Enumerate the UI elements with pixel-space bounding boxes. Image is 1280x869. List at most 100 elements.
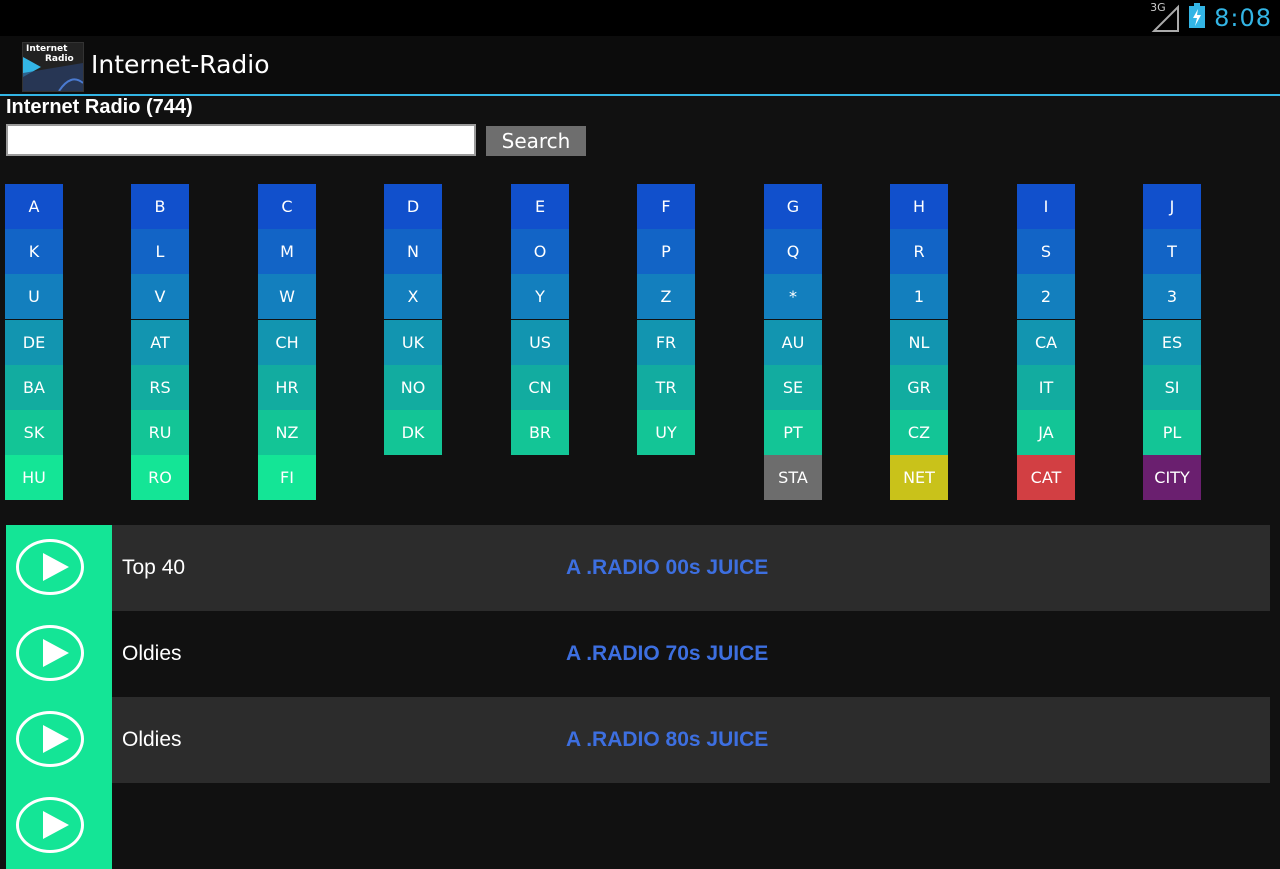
grid-button-ch[interactable]: CH — [258, 319, 316, 365]
grid-button-uy[interactable]: UY — [637, 410, 695, 455]
grid-button-f[interactable]: F — [637, 184, 695, 229]
grid-button-de[interactable]: DE — [5, 319, 63, 365]
grid-button-pl[interactable]: PL — [1143, 410, 1201, 455]
grid-button-si[interactable]: SI — [1143, 364, 1201, 410]
grid-button-n[interactable]: N — [384, 229, 442, 275]
play-icon — [16, 539, 84, 595]
station-name-link[interactable]: A .RADIO 70s JUICE — [566, 611, 768, 697]
grid-button-y[interactable]: Y — [511, 274, 569, 320]
grid-button-rs[interactable]: RS — [131, 364, 189, 410]
grid-button-a[interactable]: A — [5, 184, 63, 229]
grid-button-d[interactable]: D — [384, 184, 442, 229]
app-logo[interactable]: Internet Radio — [22, 42, 84, 92]
grid-button-m[interactable]: M — [258, 229, 316, 275]
play-triangle — [43, 725, 69, 753]
grid-button-ba[interactable]: BA — [5, 364, 63, 410]
grid-button-tr[interactable]: TR — [637, 364, 695, 410]
grid-button-x[interactable]: X — [384, 274, 442, 320]
grid-button-cn[interactable]: CN — [511, 364, 569, 410]
grid-button-w[interactable]: W — [258, 274, 316, 320]
grid-button-q[interactable]: Q — [764, 229, 822, 275]
signal-icon: 3G — [1150, 1, 1180, 33]
play-icon — [16, 797, 84, 853]
grid-button-b[interactable]: B — [131, 184, 189, 229]
grid-button-i[interactable]: I — [1017, 184, 1075, 229]
grid-button-it[interactable]: IT — [1017, 364, 1075, 410]
grid-button-j[interactable]: J — [1143, 184, 1201, 229]
play-triangle — [43, 811, 69, 839]
status-icons: 3G 8:08 — [1150, 0, 1272, 36]
grid-button-2[interactable]: 2 — [1017, 274, 1075, 320]
search-button[interactable]: Search — [486, 126, 586, 156]
grid-button-ro[interactable]: RO — [131, 455, 189, 501]
grid-button-e[interactable]: E — [511, 184, 569, 229]
grid-button-us[interactable]: US — [511, 319, 569, 365]
logo-graphic — [23, 57, 83, 91]
station-name-link[interactable]: A .RADIO 80s JUICE — [566, 697, 768, 783]
grid-button-cat[interactable]: CAT — [1017, 455, 1075, 501]
station-genre: Oldies — [122, 642, 182, 665]
station-row[interactable]: Oldies A .RADIO 80s JUICE — [6, 697, 1270, 783]
grid-button-se[interactable]: SE — [764, 364, 822, 410]
grid-button-gr[interactable]: GR — [890, 364, 948, 410]
grid-button-cz[interactable]: CZ — [890, 410, 948, 455]
grid-button-uk[interactable]: UK — [384, 319, 442, 365]
grid-button-t[interactable]: T — [1143, 229, 1201, 275]
grid-button-dk[interactable]: DK — [384, 410, 442, 455]
app-title: Internet-Radio — [91, 50, 270, 79]
play-button[interactable] — [6, 783, 112, 869]
grid-button-fr[interactable]: FR — [637, 319, 695, 365]
station-genre: Oldies — [122, 728, 182, 751]
grid-button-hu[interactable]: HU — [5, 455, 63, 501]
station-row[interactable] — [6, 783, 1270, 869]
status-bar: 3G 8:08 — [0, 0, 1280, 36]
station-row[interactable]: Top 40 A .RADIO 00s JUICE — [6, 525, 1270, 611]
grid-button-v[interactable]: V — [131, 274, 189, 320]
grid-button-o[interactable]: O — [511, 229, 569, 275]
grid-button-l[interactable]: L — [131, 229, 189, 275]
grid-button-pt[interactable]: PT — [764, 410, 822, 455]
grid-button-u[interactable]: U — [5, 274, 63, 320]
play-button[interactable] — [6, 525, 112, 611]
battery-charging-icon — [1188, 3, 1206, 33]
grid-button-city[interactable]: CITY — [1143, 455, 1201, 501]
grid-button-ca[interactable]: CA — [1017, 319, 1075, 365]
grid-button-p[interactable]: P — [637, 229, 695, 275]
grid-button-h[interactable]: H — [890, 184, 948, 229]
grid-button-ru[interactable]: RU — [131, 410, 189, 455]
station-genre: Top 40 — [122, 556, 186, 579]
play-triangle — [43, 553, 69, 581]
station-name-link[interactable]: A .RADIO 00s JUICE — [566, 525, 768, 611]
grid-button-fi[interactable]: FI — [258, 455, 316, 501]
grid-button-hr[interactable]: HR — [258, 364, 316, 410]
grid-button-ja[interactable]: JA — [1017, 410, 1075, 455]
grid-button-s[interactable]: S — [1017, 229, 1075, 275]
play-icon — [16, 711, 84, 767]
grid-button-es[interactable]: ES — [1143, 319, 1201, 365]
grid-button-nl[interactable]: NL — [890, 319, 948, 365]
grid-button-g[interactable]: G — [764, 184, 822, 229]
grid-button-k[interactable]: K — [5, 229, 63, 275]
status-clock: 8:08 — [1214, 4, 1272, 32]
play-triangle — [43, 639, 69, 667]
grid-button-au[interactable]: AU — [764, 319, 822, 365]
grid-button-br[interactable]: BR — [511, 410, 569, 455]
grid-button-r[interactable]: R — [890, 229, 948, 275]
grid-button-net[interactable]: NET — [890, 455, 948, 501]
grid-button-sta[interactable]: STA — [764, 455, 822, 501]
play-icon — [16, 625, 84, 681]
grid-button-c[interactable]: C — [258, 184, 316, 229]
station-row[interactable]: Oldies A .RADIO 70s JUICE — [6, 611, 1270, 697]
play-button[interactable] — [6, 611, 112, 697]
grid-button-star[interactable]: * — [764, 274, 822, 320]
grid-button-at[interactable]: AT — [131, 319, 189, 365]
search-input[interactable] — [6, 124, 476, 156]
grid-button-no[interactable]: NO — [384, 364, 442, 410]
page-heading: Internet Radio (744) — [6, 96, 193, 118]
play-button[interactable] — [6, 697, 112, 783]
grid-button-1[interactable]: 1 — [890, 274, 948, 320]
grid-button-sk[interactable]: SK — [5, 410, 63, 455]
grid-button-nz[interactable]: NZ — [258, 410, 316, 455]
grid-button-z[interactable]: Z — [637, 274, 695, 320]
grid-button-3[interactable]: 3 — [1143, 274, 1201, 320]
